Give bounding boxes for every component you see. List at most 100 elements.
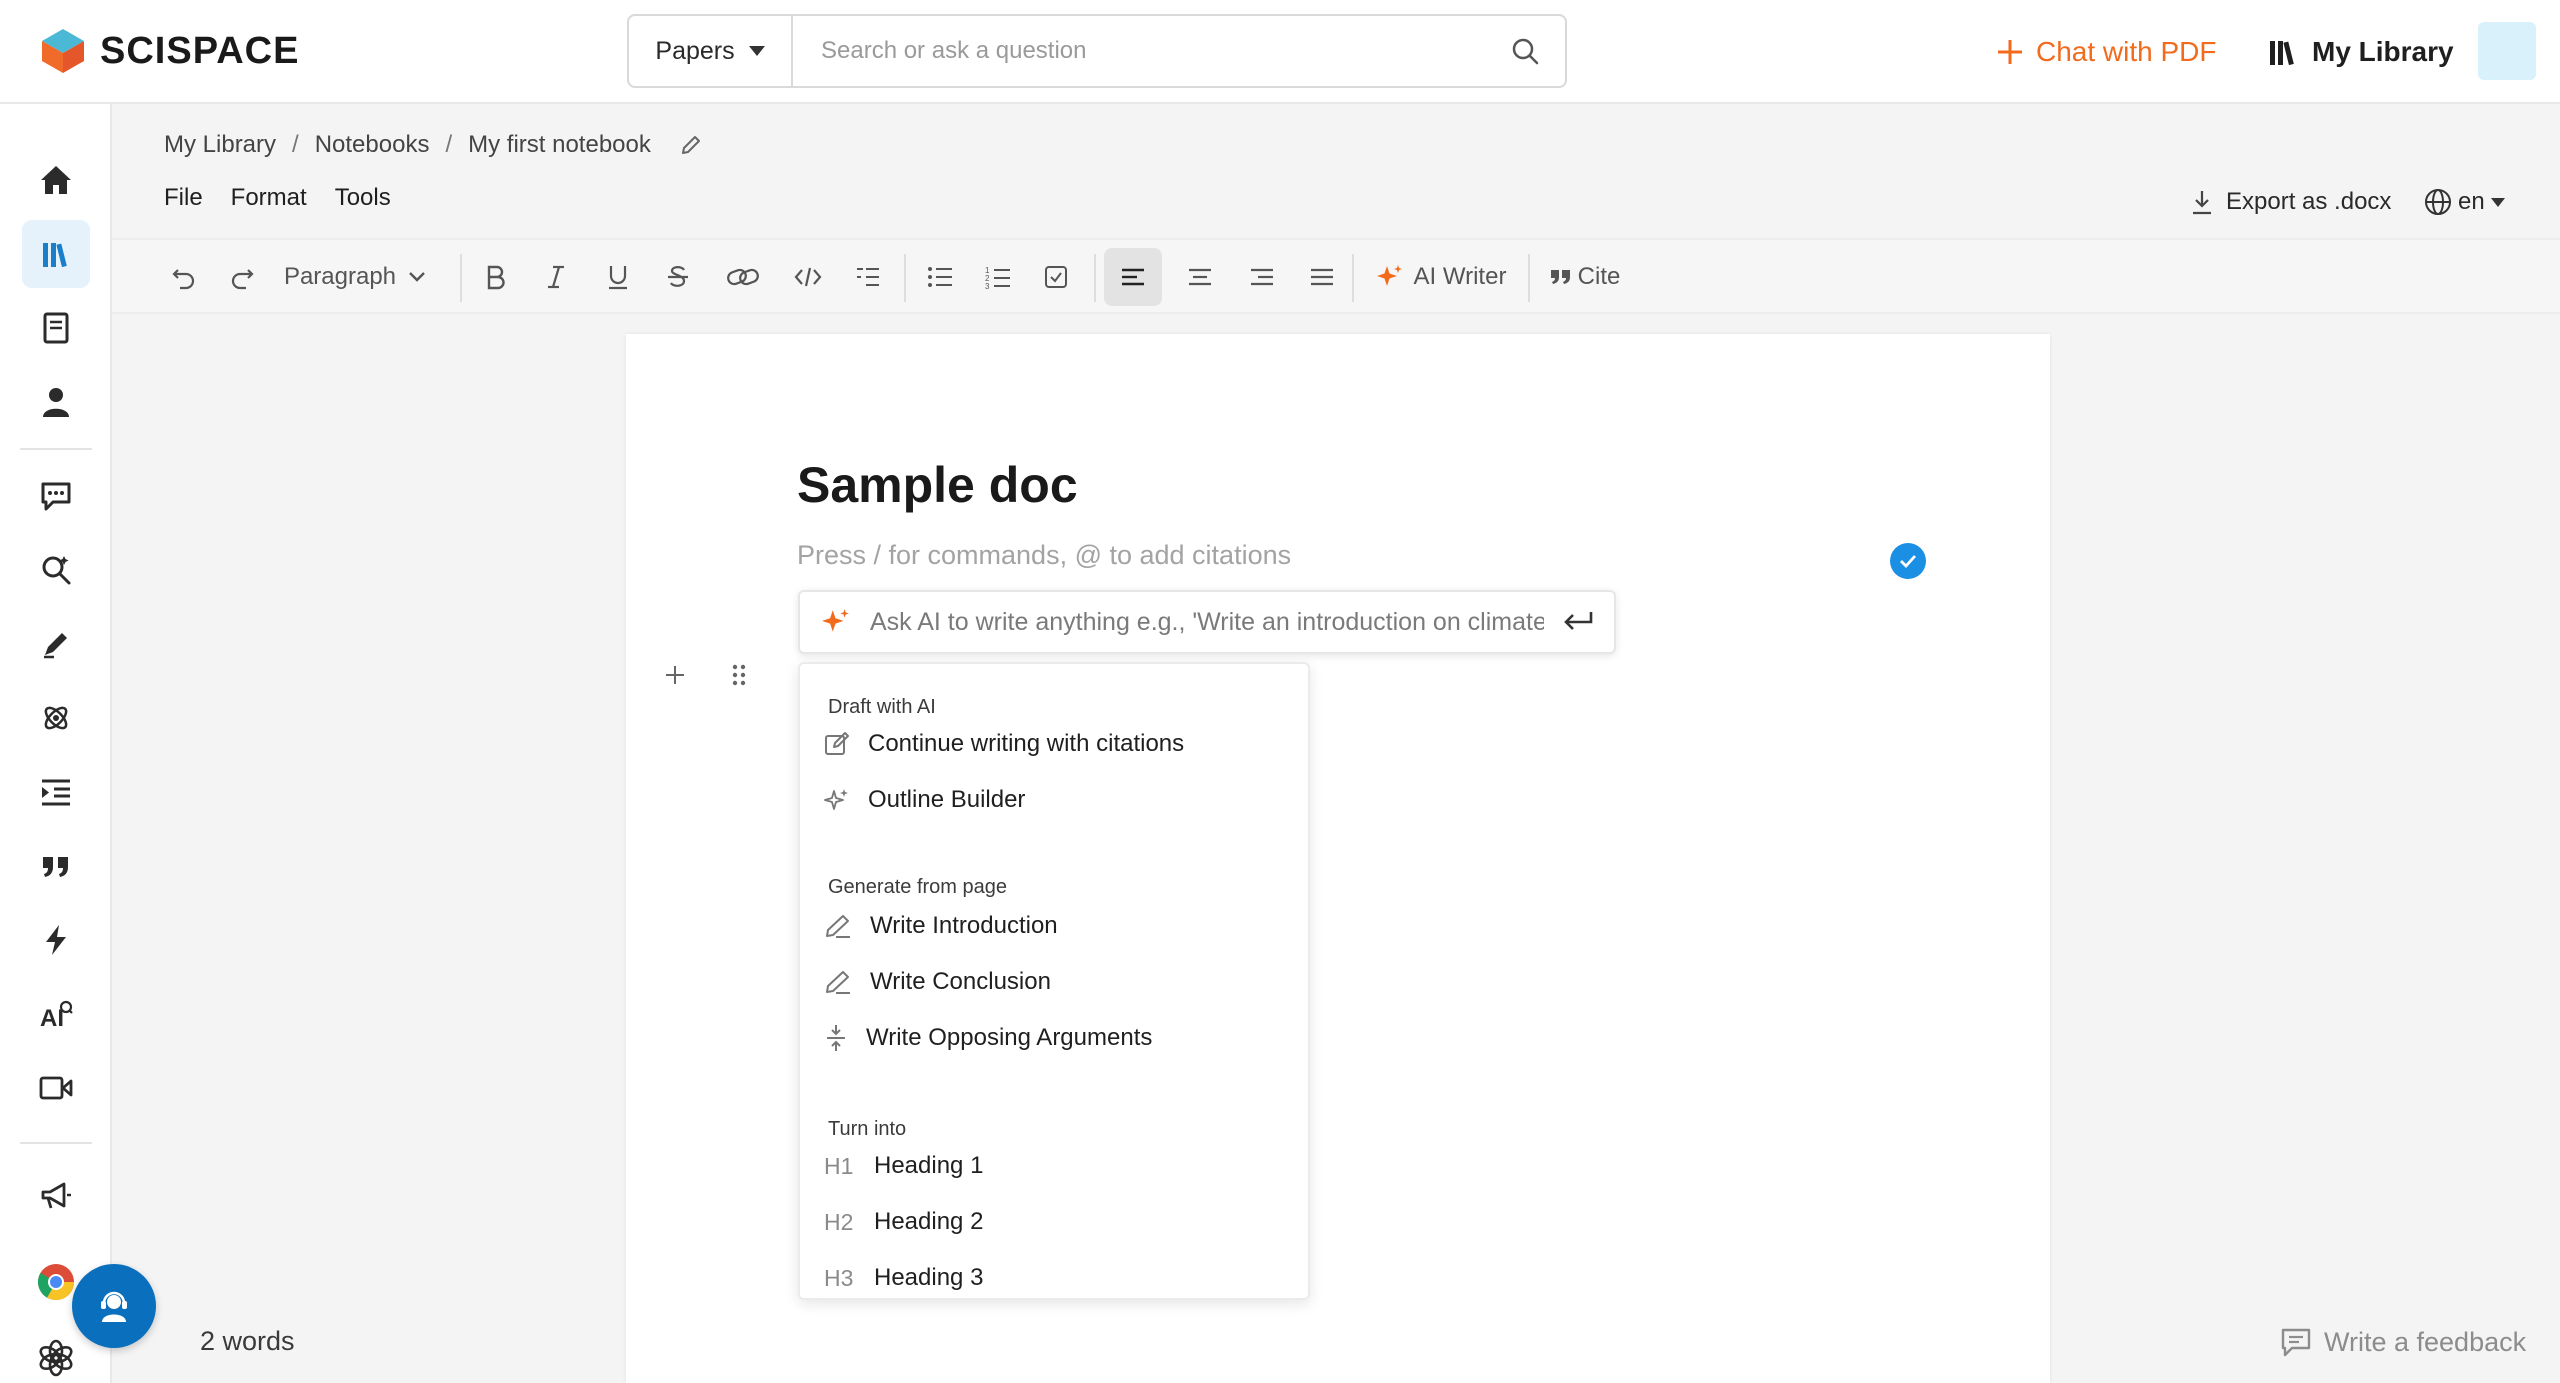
sidebar-divider (20, 448, 92, 450)
menu-tools[interactable]: Tools (335, 184, 391, 220)
menu-section-generate: Generate from page (828, 876, 1007, 898)
ai-detector-icon: AI (40, 1000, 73, 1029)
sidebar-item-search[interactable] (22, 536, 90, 604)
paragraph-style-dropdown[interactable]: Paragraph (280, 248, 430, 306)
bold-icon (487, 265, 505, 290)
download-icon (2193, 191, 2211, 215)
sidebar-item-profile[interactable] (22, 368, 90, 436)
breadcrumb-separator: / (292, 131, 299, 158)
library-icon (43, 243, 67, 268)
align-justify-icon (1311, 268, 1333, 286)
plus-icon (1998, 40, 2022, 64)
search-input[interactable] (793, 16, 1485, 86)
sidebar-item-library[interactable] (22, 220, 90, 288)
menu-item-write-introduction[interactable]: Write Introduction (814, 900, 1298, 952)
chevron-down-icon (409, 272, 425, 282)
saved-status-badge (1890, 543, 1926, 579)
logo[interactable]: SCISPACE (40, 24, 299, 78)
menu-file[interactable]: File (164, 184, 203, 220)
openai-icon (39, 1339, 73, 1377)
add-block-button[interactable] (660, 660, 690, 690)
bullet-list-button[interactable] (918, 248, 962, 306)
scispace-logo-icon (42, 29, 84, 73)
sidebar-item-chatgpt-plugin[interactable] (22, 1324, 90, 1383)
sidebar-item-video[interactable] (22, 1054, 90, 1122)
library-icon (2270, 41, 2294, 66)
quote-icon (43, 857, 68, 877)
align-center-button[interactable] (1178, 248, 1222, 306)
toolbar-divider (1352, 254, 1354, 302)
support-chat-button[interactable] (72, 1264, 156, 1348)
undo-button[interactable] (162, 248, 206, 306)
sidebar-item-extract[interactable] (22, 684, 90, 752)
chrome-icon (37, 1264, 74, 1301)
my-library-button[interactable]: My Library (2268, 28, 2454, 76)
drag-handle[interactable] (726, 660, 752, 690)
chat-with-pdf-button[interactable]: Chat with PDF (1996, 28, 2217, 76)
user-avatar[interactable] (2478, 22, 2536, 80)
underline-button[interactable] (596, 248, 640, 306)
menu-item-label: Outline Builder (868, 786, 1026, 813)
sidebar-item-quick[interactable] (22, 906, 90, 974)
link-button[interactable] (718, 248, 768, 306)
edit-note-icon (825, 732, 849, 755)
align-right-button[interactable] (1240, 248, 1284, 306)
pencil-icon (826, 971, 850, 994)
caret-down-icon (2490, 197, 2505, 207)
editor-placeholder[interactable]: Press / for commands, @ to add citations (797, 540, 1291, 571)
cite-button[interactable]: Cite (1540, 248, 1630, 306)
sidebar-item-notebook[interactable] (22, 294, 90, 362)
code-button[interactable] (786, 248, 830, 306)
search-button[interactable] (1485, 16, 1565, 86)
bold-button[interactable] (474, 248, 518, 306)
sidebar-item-home[interactable] (22, 146, 90, 214)
sidebar-item-chat[interactable] (22, 462, 90, 530)
align-center-icon (1189, 268, 1211, 286)
sidebar-item-outline[interactable] (22, 758, 90, 826)
enter-return-icon (1564, 612, 1593, 630)
sidebar-item-ai-detect[interactable]: AI (22, 980, 90, 1048)
language-label: en (2458, 188, 2485, 215)
search-icon (1512, 38, 1539, 65)
strikethrough-icon (668, 266, 688, 287)
align-left-button[interactable] (1104, 248, 1162, 306)
align-justify-button[interactable] (1300, 248, 1344, 306)
italic-button[interactable] (534, 248, 578, 306)
strikethrough-button[interactable] (656, 248, 700, 306)
write-feedback-button[interactable]: Write a feedback (2280, 1322, 2526, 1362)
document-title[interactable]: Sample doc (797, 456, 1078, 514)
ai-prompt-input[interactable] (862, 592, 1544, 652)
search-type-dropdown[interactable]: Papers (629, 16, 793, 86)
indent-button[interactable] (846, 248, 890, 306)
redo-button[interactable] (220, 248, 264, 306)
menu-item-continue-writing[interactable]: Continue writing with citations (814, 718, 1298, 770)
task-list-button[interactable] (1034, 248, 1078, 306)
menu-item-label: Heading 2 (874, 1208, 984, 1235)
sidebar-item-announcements[interactable] (22, 1162, 90, 1230)
breadcrumb-notebooks[interactable]: Notebooks (315, 131, 430, 159)
indent-icon (857, 268, 879, 286)
sidebar-item-citations[interactable] (22, 832, 90, 900)
globe-icon (2425, 189, 2451, 215)
menu-item-label: Write Introduction (870, 912, 1058, 939)
breadcrumb-my-library[interactable]: My Library (164, 131, 276, 159)
search-type-label: Papers (655, 36, 735, 65)
edit-pencil-icon[interactable] (679, 133, 703, 157)
sidebar-item-writer[interactable] (22, 610, 90, 678)
numbered-list-button[interactable]: 123 (976, 248, 1020, 306)
menu-item-outline-builder[interactable]: Outline Builder (814, 774, 1298, 826)
export-docx-button[interactable]: Export as .docx (2190, 184, 2391, 220)
menu-item-write-opposing-arguments[interactable]: Write Opposing Arguments (814, 1012, 1298, 1064)
ai-writer-button[interactable]: AI Writer (1366, 248, 1516, 306)
link-icon (727, 268, 759, 286)
notebook-icon (43, 312, 69, 344)
menu-item-heading-2[interactable]: H2 Heading 2 (814, 1196, 1298, 1248)
ai-prompt-submit-button[interactable] (1544, 592, 1614, 652)
menu-item-write-conclusion[interactable]: Write Conclusion (814, 956, 1298, 1008)
menu-format[interactable]: Format (231, 184, 307, 220)
editor-menu-bar: File Format Tools (164, 184, 391, 220)
menu-item-heading-3[interactable]: H3 Heading 3 (814, 1252, 1298, 1298)
language-selector[interactable]: en (2424, 184, 2505, 220)
numbered-list-icon: 123 (985, 266, 1010, 289)
menu-item-heading-1[interactable]: H1 Heading 1 (814, 1140, 1298, 1192)
